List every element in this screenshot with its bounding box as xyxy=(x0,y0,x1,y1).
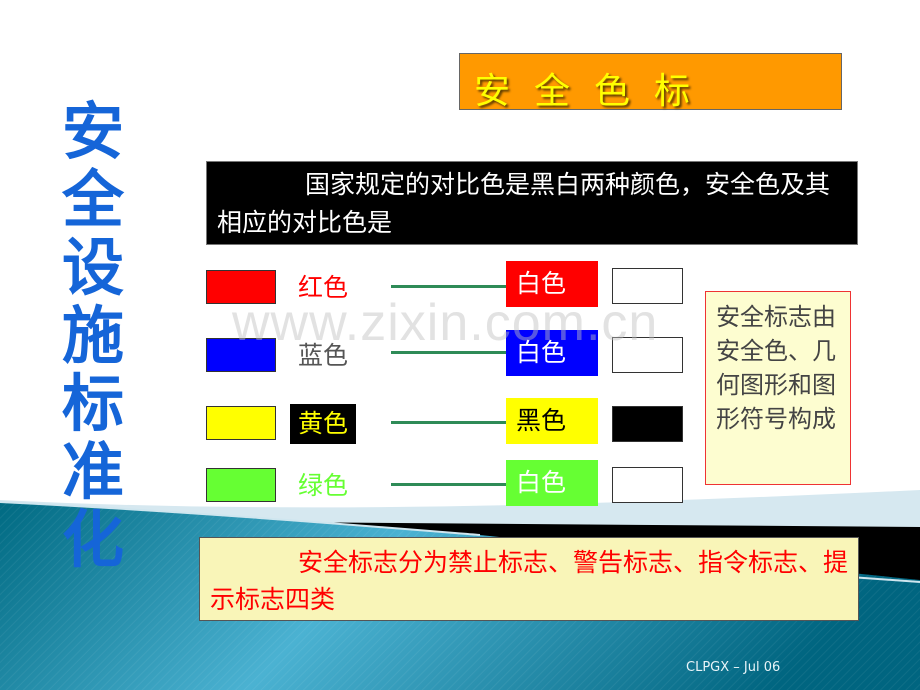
contrast-color-label: 白色 xyxy=(506,330,598,376)
vertical-title-char: 安 xyxy=(61,95,124,168)
connector-line xyxy=(391,483,509,486)
connector-line xyxy=(391,351,509,354)
heading-box: 安全色标 xyxy=(459,53,842,112)
contrast-color-swatch xyxy=(612,268,683,304)
footer-text: CLPGX – Jul 06 xyxy=(686,660,781,675)
connector-line xyxy=(391,285,509,288)
safety-color-label: 蓝色 xyxy=(298,341,349,370)
contrast-color-label: 黑色 xyxy=(506,398,598,444)
safety-color-label: 黄色 xyxy=(290,404,357,444)
contrast-color-swatch xyxy=(612,467,683,503)
safety-color-swatch xyxy=(206,406,276,440)
contrast-color-swatch xyxy=(612,337,683,373)
bottom-note-box: 安全标志分为禁止标志、警告标志、指令标志、提示标志四类 xyxy=(199,537,859,621)
safety-color-label: 红色 xyxy=(298,273,349,302)
contrast-color-swatch xyxy=(612,406,683,442)
safety-color-swatch xyxy=(206,270,276,304)
connector-line xyxy=(391,421,509,424)
safety-color-swatch xyxy=(206,468,276,502)
heading-text: 安全色标 xyxy=(474,71,715,112)
safety-color-swatch xyxy=(206,338,276,372)
statement-box: 国家规定的对比色是黑白两种颜色，安全色及其相应的对比色是 xyxy=(206,161,858,245)
side-note-box: 安全标志由安全色、几何图形和图形符号构成 xyxy=(705,291,851,485)
contrast-color-label: 白色 xyxy=(506,261,598,307)
contrast-color-label: 白色 xyxy=(506,460,598,506)
safety-color-label: 绿色 xyxy=(298,471,349,500)
vertical-title-char: 全 xyxy=(61,163,124,236)
vertical-title-char: 化 xyxy=(61,503,124,576)
